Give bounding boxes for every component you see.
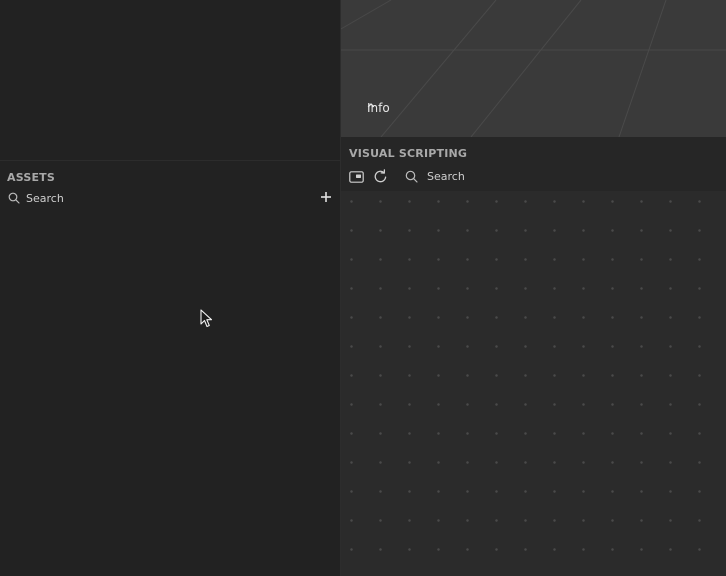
visual-scripting-search-input[interactable]: Search [427,170,465,183]
assets-panel: ASSETS Search [0,161,340,576]
add-asset-button[interactable] [318,189,334,205]
picture-in-picture-icon[interactable] [349,169,364,184]
assets-search-input[interactable]: Search [26,192,64,205]
info-toggle-button[interactable]: Info [367,101,407,115]
editor-window: ASSETS Search Info VISUAL SCRIPTING Sear… [0,0,726,576]
visual-scripting-toolbar: Search [349,169,465,184]
assets-search[interactable]: Search [7,190,334,206]
search-icon [7,192,20,205]
visual-scripting-title: VISUAL SCRIPTING [349,147,468,160]
chevron-up-icon [367,103,407,112]
refresh-icon[interactable] [373,169,388,184]
visual-scripting-search[interactable]: Search [405,170,465,183]
left-column: ASSETS Search [0,0,340,576]
scene-viewport[interactable]: Info [341,0,726,137]
mouse-pointer-icon [200,309,214,329]
assets-title: ASSETS [7,171,56,184]
viewport-grid [341,0,726,137]
left-top-panel [0,0,340,161]
visual-scripting-canvas[interactable] [341,191,726,576]
visual-scripting-header: VISUAL SCRIPTING Search [341,137,726,191]
search-icon [405,170,418,183]
plus-icon [320,188,332,207]
